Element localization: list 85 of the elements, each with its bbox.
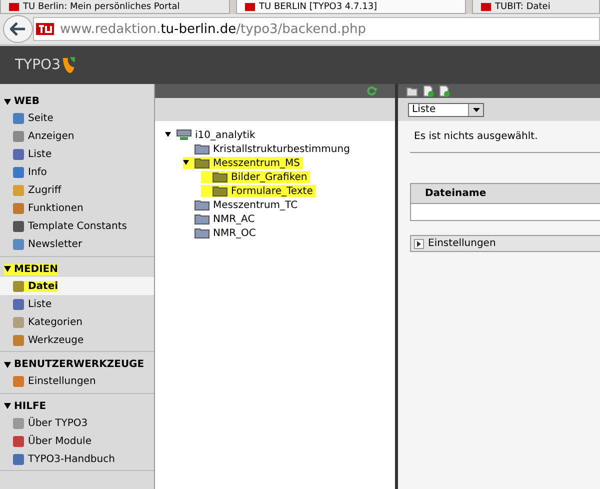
storage-icon — [176, 129, 192, 141]
module-item[interactable]: Newsletter — [0, 236, 154, 254]
typo3-logo: TYPO3 — [15, 57, 60, 73]
module-label: Einstellungen — [13, 376, 96, 387]
module-icon — [13, 454, 24, 464]
tree-node[interactable]: NMR_OC — [183, 227, 259, 239]
module-label: Newsletter — [13, 239, 82, 250]
module-icon — [13, 239, 24, 250]
folder-icon — [212, 185, 228, 197]
tree-node[interactable]: Messzentrum_MS — [183, 157, 304, 169]
module-item[interactable]: Seite — [0, 110, 154, 128]
typo3-logo-icon — [62, 56, 76, 74]
module-icon — [13, 203, 24, 214]
module-icon — [13, 113, 24, 124]
module-item[interactable]: Info — [0, 164, 154, 182]
module-group-header[interactable]: MEDIEN — [4, 264, 58, 274]
module-item[interactable]: Kategorien — [0, 313, 154, 331]
module-group-header[interactable]: WEB — [4, 96, 40, 107]
module-item[interactable]: Anzeigen — [0, 128, 154, 146]
module-icon — [13, 316, 24, 328]
module-icon — [13, 185, 24, 196]
module-item[interactable]: Liste — [0, 295, 154, 313]
module-label: Kategorien — [13, 316, 82, 328]
folder-icon — [194, 227, 210, 239]
module-icon — [13, 418, 24, 428]
module-icon — [13, 131, 24, 142]
column-header[interactable]: Dateiname — [411, 184, 600, 204]
module-label: Info — [13, 167, 47, 178]
tree-node[interactable]: NMR_AC — [183, 213, 258, 225]
module-item[interactable]: Datei — [0, 277, 154, 295]
module-item[interactable]: Zugriff — [0, 182, 154, 200]
browser-tab[interactable]: TU Berlin: Mein persönliches Portal — [0, 0, 230, 14]
view-select[interactable]: Liste — [408, 102, 484, 116]
module-icon — [13, 436, 24, 446]
module-label: Werkzeuge — [13, 334, 84, 346]
expand-arrow-icon[interactable] — [165, 132, 171, 137]
caret-icon — [468, 104, 483, 116]
folder-icon — [194, 213, 210, 225]
module-icon — [13, 167, 24, 178]
module-label: Anzeigen — [13, 131, 74, 142]
module-icon — [13, 149, 24, 160]
expand-icon — [414, 238, 424, 248]
module-label: Template Constants — [13, 221, 127, 232]
module-label: Liste — [13, 149, 52, 160]
module-icon — [13, 221, 24, 232]
refresh-icon[interactable] — [367, 86, 377, 96]
module-label: TYPO3-Handbuch — [13, 454, 115, 464]
back-button[interactable] — [3, 15, 33, 43]
module-icon — [13, 376, 24, 387]
module-icon — [13, 334, 24, 346]
module-group-header[interactable]: BENUTZERWERKZEUGE — [4, 359, 144, 370]
folder-icon — [194, 199, 210, 211]
browser-tab[interactable]: TU BERLIN [TYPO3 4.7.13] — [236, 0, 466, 14]
module-label: Seite — [13, 113, 54, 124]
expand-arrow-icon[interactable] — [183, 160, 189, 165]
module-item[interactable]: Funktionen — [0, 200, 154, 218]
tree-node[interactable]: Kristallstrukturbestimmung — [183, 143, 353, 155]
module-item[interactable]: Liste — [0, 146, 154, 164]
module-label: Über TYPO3 — [13, 418, 88, 428]
module-label: Über Module — [13, 436, 92, 446]
folder-icon — [194, 157, 210, 169]
module-label: Funktionen — [13, 203, 84, 214]
back-arrow-icon — [10, 22, 26, 36]
tree-node[interactable]: Bilder_Grafiken — [201, 171, 310, 183]
module-item[interactable]: TYPO3-Handbuch — [0, 450, 154, 468]
address-field[interactable]: www.redaktion.tu-berlin.de/typo3/backend.php — [33, 17, 600, 41]
module-item[interactable]: Über Module — [0, 432, 154, 450]
status-message: Es ist nichts ausgewählt. — [410, 121, 600, 153]
folder-icon — [212, 171, 228, 183]
browser-tab[interactable]: TUBIT: Datei — [472, 0, 600, 14]
module-icon — [13, 280, 24, 292]
module-icon — [13, 298, 24, 310]
tree-node[interactable]: Messzentrum_TC — [183, 199, 301, 211]
module-label: Zugriff — [13, 185, 62, 196]
module-label: Datei — [13, 280, 58, 292]
tree-node[interactable]: Formulare_Texte — [201, 185, 316, 197]
settings-panel-header[interactable]: Einstellungen — [410, 235, 600, 252]
module-item[interactable]: Über TYPO3 — [0, 414, 154, 432]
module-item[interactable]: Werkzeuge — [0, 331, 154, 349]
module-item[interactable]: Einstellungen — [0, 372, 154, 390]
folder-icon — [194, 143, 210, 155]
module-group-header[interactable]: HILFE — [4, 400, 46, 412]
module-item[interactable]: Template Constants — [0, 218, 154, 236]
tree-node[interactable]: i10_analytik — [165, 129, 258, 141]
module-label: Liste — [13, 298, 52, 310]
